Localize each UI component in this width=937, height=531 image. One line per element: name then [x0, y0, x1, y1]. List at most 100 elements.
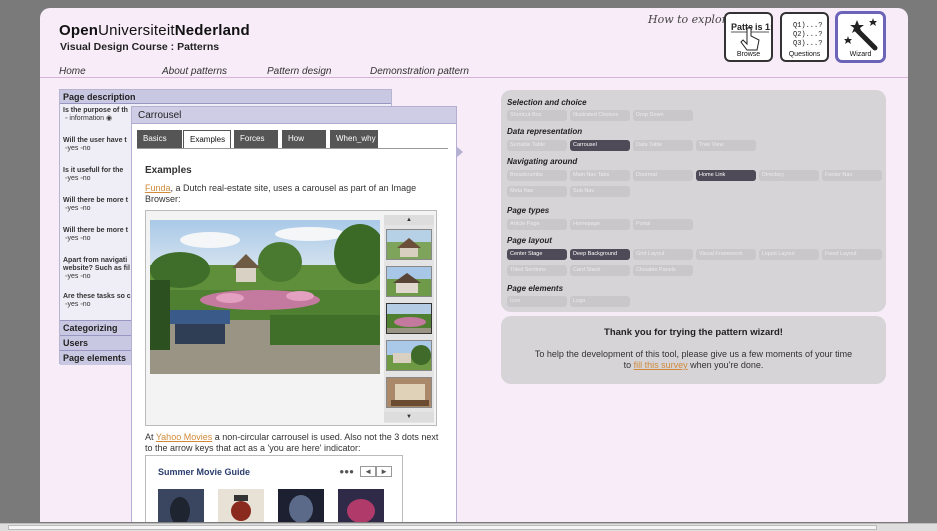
option-yes: yes [67, 235, 79, 242]
brand-title: OpenUniversiteitNederland [59, 22, 250, 39]
pattern-pill-selected[interactable]: Center Stage [507, 249, 567, 260]
pattern-pill[interactable]: Data Table [633, 140, 693, 151]
thanks-heading: Thank you for trying the pattern wizard! [604, 327, 783, 338]
pattern-pill-selected[interactable]: Carrousel [570, 140, 630, 151]
survey-link[interactable]: fill this survey [634, 360, 688, 370]
pattern-pill[interactable]: Sortable Table [507, 140, 567, 151]
pattern-pill[interactable]: Card Stack [570, 265, 630, 276]
pattern-pill[interactable]: Visual Framework [696, 249, 756, 260]
movie-poster-4[interactable] [338, 489, 384, 522]
scrollbar-thumb[interactable] [8, 525, 877, 530]
thanks-text-2: when you're done. [687, 360, 764, 370]
funda-link[interactable]: Funda [145, 183, 171, 193]
pattern-pill[interactable]: Titled Sections [507, 265, 567, 276]
carousel-popup: Carrousel Basics Examples Forces How Whe… [131, 106, 457, 522]
pattern-pill[interactable]: Article Page [507, 219, 567, 230]
pattern-pill[interactable]: Closable Panels [633, 265, 693, 276]
nav-pattern-design[interactable]: Pattern design [267, 66, 332, 77]
movie-poster-1[interactable] [158, 489, 204, 522]
thanks-box: Thank you for trying the pattern wizard!… [501, 316, 886, 384]
option-no: no [82, 145, 91, 152]
pattern-pill[interactable]: Fixed Layout [822, 249, 882, 260]
pattern-pill[interactable]: Illustrated Choices [570, 110, 630, 121]
browse-icon-text2: is 1: [755, 22, 772, 32]
course-subtitle: Visual Design Course : Patterns [60, 41, 220, 53]
example-2-prefix: At [145, 432, 156, 442]
prev-arrow-icon[interactable]: ◄ [360, 466, 377, 477]
pattern-pill[interactable]: Liquid Layout [759, 249, 819, 260]
interior-thumb-icon [387, 378, 431, 407]
pattern-pill[interactable]: Icon [507, 296, 567, 307]
option-yes: yes [67, 145, 79, 152]
category-selection-and-choice: Selection and choice [507, 98, 587, 107]
nav-demonstration-pattern[interactable]: Demonstration pattern [370, 66, 469, 77]
movie-carousel-example: Summer Movie Guide ●●● ◄ ► [145, 455, 403, 522]
tab-when-why[interactable]: When_why [330, 130, 378, 148]
radio-icon[interactable]: ◉ [106, 115, 112, 122]
movie-poster-3[interactable] [278, 489, 324, 522]
browse-button[interactable]: Patte is 1: Browse [724, 12, 773, 62]
radio-icon[interactable]: ◦ [65, 115, 67, 122]
pattern-pill[interactable]: Logo [570, 296, 630, 307]
pattern-pill[interactable]: Grid Layout [633, 249, 693, 260]
thanks-text: To help the development of this tool, pl… [531, 349, 856, 371]
option-yes: yes [67, 301, 79, 308]
option-no: no [82, 205, 91, 212]
wizard-results-panel: Selection and choice Shortcut Box Illust… [501, 90, 886, 312]
horizontal-scrollbar[interactable] [0, 523, 937, 531]
category-page-elements: Page elements [507, 284, 564, 293]
nav-home[interactable]: Home [59, 66, 86, 77]
pattern-pill[interactable]: Homepage [570, 219, 630, 230]
movie-poster-2[interactable] [218, 489, 264, 522]
thumbnail-5[interactable] [386, 377, 432, 408]
questions-button[interactable]: Q1)...? Q2)...? Q3)...? Questions [780, 12, 829, 62]
question-line-2: Q2)...? [793, 31, 822, 39]
pattern-pill[interactable]: Doormat [633, 170, 693, 181]
browse-label: Browse [736, 51, 761, 58]
pattern-pill[interactable]: Directory [759, 170, 819, 181]
pattern-pill[interactable]: Portal [633, 219, 693, 230]
pattern-pill[interactable]: Sub Nav [570, 186, 630, 197]
pattern-pill[interactable]: Meta Nav [507, 186, 567, 197]
thumbnail-3-selected[interactable] [386, 303, 432, 334]
question-line-3: Q3)...? [793, 40, 822, 48]
tab-how[interactable]: How [282, 130, 326, 148]
tab-basics[interactable]: Basics [137, 130, 182, 148]
example-2-text: At Yahoo Movies a non-circular carrousel… [145, 432, 440, 454]
pattern-pill[interactable]: Footer Nav [822, 170, 882, 181]
option-yes: yes [67, 175, 79, 182]
pattern-pill-selected[interactable]: Home Link [696, 170, 756, 181]
movie-guide-title: Summer Movie Guide [158, 467, 251, 477]
option-no: no [82, 175, 91, 182]
page-description-header[interactable]: Page description [60, 90, 391, 104]
position-dots-icon: ●●● [339, 467, 354, 476]
pattern-pill[interactable]: Tree View [696, 140, 756, 151]
thumbnail-4[interactable] [386, 340, 432, 371]
pattern-pill[interactable]: Breadcrumbs [507, 170, 567, 181]
thumbnail-1[interactable] [386, 229, 432, 260]
thumbnail-2[interactable] [386, 266, 432, 297]
pattern-pill[interactable]: Shortcut Box [507, 110, 567, 121]
pattern-pill[interactable]: Main Nav Tabs [570, 170, 630, 181]
scroll-down-icon[interactable]: ▼ [384, 412, 434, 422]
nav-about-patterns[interactable]: About patterns [162, 66, 227, 77]
wizard-button[interactable]: Wizard [836, 12, 885, 62]
next-arrow-icon[interactable]: ► [376, 466, 392, 477]
questions-icon: Q1)...? Q2)...? Q3)...? [793, 22, 822, 48]
tab-examples[interactable]: Examples [183, 130, 231, 148]
main-garden-image[interactable] [150, 220, 380, 374]
examples-heading: Examples [145, 165, 192, 176]
pattern-pill[interactable]: Drop Down [633, 110, 693, 121]
example-1-text: Funda, a Dutch real-estate site, uses a … [145, 183, 435, 205]
movie-carousel-controls: ●●● ◄ ► [339, 466, 392, 478]
nav-divider [40, 77, 908, 78]
poster-icon [158, 489, 204, 522]
yahoo-movies-link[interactable]: Yahoo Movies [156, 432, 212, 442]
option-yes: yes [67, 205, 79, 212]
option-no: no [82, 235, 91, 242]
tab-forces[interactable]: Forces [234, 130, 278, 148]
option-label: information [69, 115, 105, 122]
pattern-pill-selected[interactable]: Deep Background [570, 249, 630, 260]
scroll-up-icon[interactable]: ▲ [384, 215, 434, 225]
option-no: no [82, 301, 91, 308]
